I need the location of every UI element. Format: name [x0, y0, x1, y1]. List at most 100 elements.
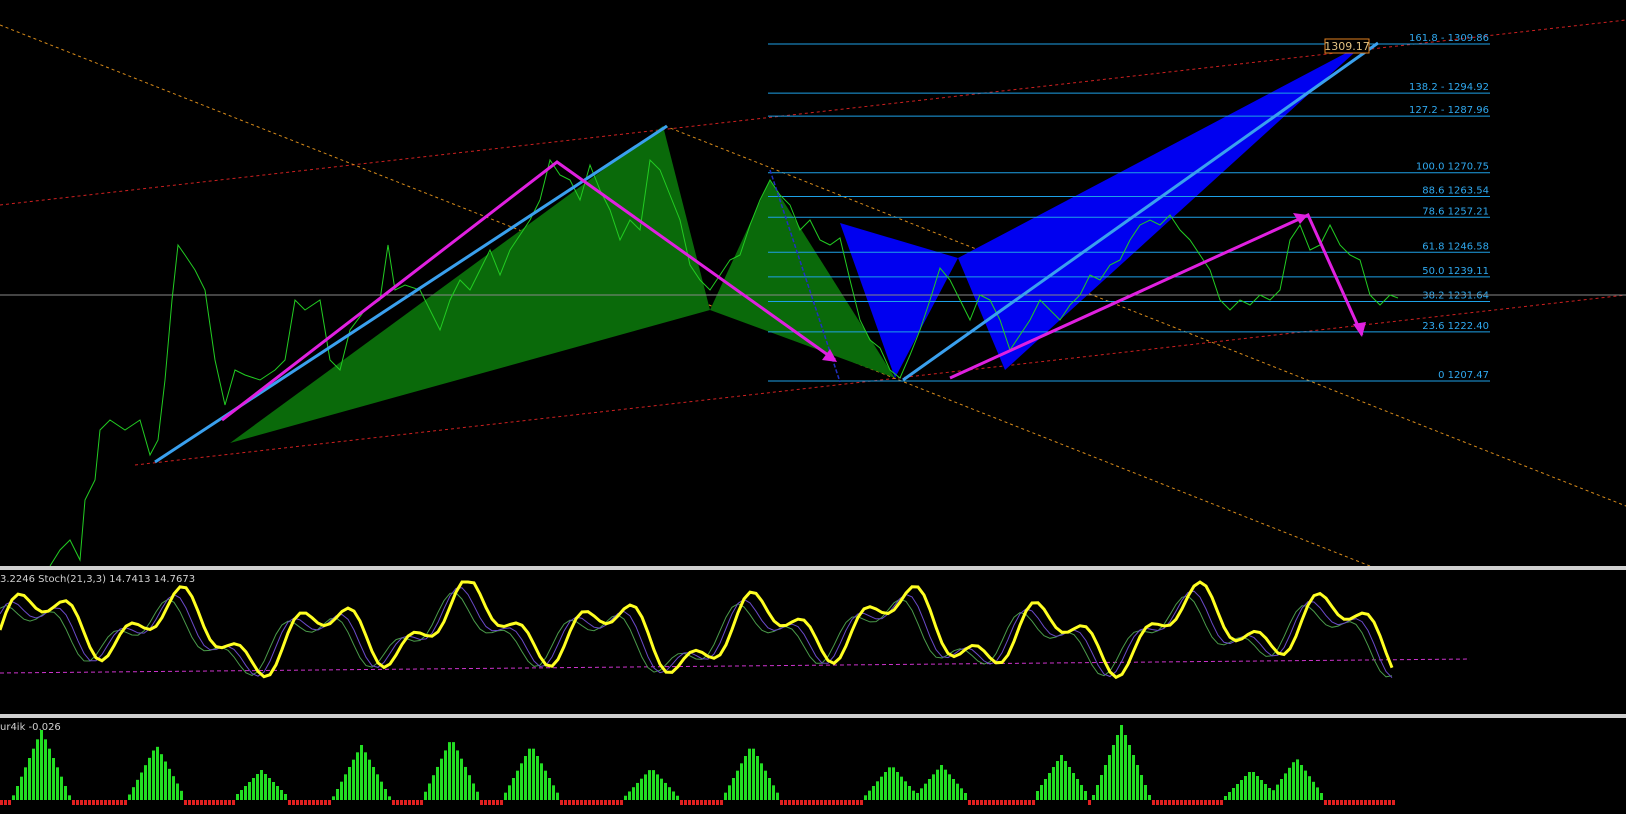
hist-bar — [500, 800, 503, 805]
hist-bar — [592, 800, 595, 805]
hist-bar — [1380, 800, 1383, 805]
hist-bar — [728, 785, 731, 800]
chart-area[interactable]: 161.8 - 1309.86 138.2 - 1294.92 127.2 - 12… — [0, 0, 1626, 810]
fib-level-label-0: 161.8 - 1309.86 — [1409, 33, 1489, 44]
hist-bar — [1056, 761, 1059, 800]
hist-bar — [440, 758, 443, 800]
hist-bar — [696, 800, 699, 805]
hist-bar — [180, 790, 183, 800]
hist-bar — [92, 800, 95, 805]
hist-bar — [732, 778, 735, 800]
hist-bar — [1092, 795, 1095, 800]
hist-bar — [236, 794, 239, 800]
hist-bar — [1188, 800, 1191, 805]
hist-bar — [936, 769, 939, 800]
hist-bar — [928, 779, 931, 800]
hist-bar — [1336, 800, 1339, 805]
hist-bar — [756, 756, 759, 800]
hist-bar — [64, 786, 67, 800]
hist-bar — [448, 742, 451, 800]
hist-bar — [108, 800, 111, 805]
hist-bar — [616, 800, 619, 805]
hist-bar — [352, 759, 355, 800]
hist-bar — [1108, 755, 1111, 800]
hist-bar — [396, 800, 399, 805]
hist-bar — [1216, 800, 1219, 805]
hist-bar — [804, 800, 807, 805]
hist-bar — [456, 750, 459, 800]
hist-bar — [584, 800, 587, 805]
hist-bar — [960, 788, 963, 800]
hist-bar — [1044, 779, 1047, 800]
hist-bar — [1016, 800, 1019, 805]
hist-bar — [496, 800, 499, 805]
hist-bar — [1220, 800, 1223, 805]
hist-bar — [212, 800, 215, 805]
chart-canvas[interactable]: 161.8 - 1309.86 138.2 - 1294.92 127.2 - 12… — [0, 0, 1626, 810]
hist-bar — [480, 800, 483, 805]
hist-bar — [468, 775, 471, 800]
hist-bar — [1340, 800, 1343, 805]
hist-bar — [392, 800, 395, 805]
hist-bar — [596, 800, 599, 805]
hist-bar — [372, 767, 375, 800]
hist-bar — [460, 758, 463, 800]
hist-bar — [908, 786, 911, 800]
hist-bar — [300, 800, 303, 805]
hist-bar — [572, 800, 575, 805]
hist-bar — [860, 800, 863, 805]
hist-bar — [252, 778, 255, 800]
hist-bar — [848, 800, 851, 805]
hist-bar — [688, 800, 691, 805]
hist-bar — [228, 800, 231, 805]
hist-bar — [1192, 800, 1195, 805]
hist-bar — [568, 800, 571, 805]
hist-bar — [1048, 773, 1051, 800]
hist-bar — [424, 791, 427, 800]
hist-bar — [620, 800, 623, 805]
hist-bar — [624, 795, 627, 800]
hist-bar — [612, 800, 615, 805]
hist-bar — [772, 785, 775, 800]
fib-level-label-10: 0 1207.47 — [1438, 370, 1489, 381]
hist-bar — [660, 778, 663, 800]
hist-bar — [1096, 785, 1099, 800]
hist-bar — [544, 770, 547, 800]
hist-bar — [208, 800, 211, 805]
hist-bar — [128, 794, 131, 800]
hist-bar — [1184, 800, 1187, 805]
hist-bar — [900, 776, 903, 800]
hist-bar — [1260, 780, 1263, 800]
hist-bar — [856, 800, 859, 805]
hist-bar — [580, 800, 583, 805]
hist-bar — [184, 800, 187, 805]
stoch-header: 3.2246 Stoch(21,3,3) 14.7413 14.7673 — [0, 574, 195, 585]
hist-bar — [292, 800, 295, 805]
hist-bar — [52, 758, 55, 800]
hist-bar — [1328, 800, 1331, 805]
hist-bar — [648, 770, 651, 800]
hist-bar — [588, 800, 591, 805]
hist-bar — [160, 754, 163, 800]
hist-bar — [992, 800, 995, 805]
hist-bar — [1148, 795, 1151, 800]
hist-bar — [172, 776, 175, 800]
hist-bar — [276, 786, 279, 800]
hist-bar — [1060, 755, 1063, 800]
hist-bar — [192, 800, 195, 805]
hist-bar — [1288, 767, 1291, 800]
hist-bar — [752, 748, 755, 800]
hist-bar — [608, 800, 611, 805]
hist-bar — [112, 800, 115, 805]
hist-bar — [864, 795, 867, 800]
hist-bar — [1068, 767, 1071, 800]
hist-bar — [140, 772, 143, 800]
hist-bar — [264, 774, 267, 800]
hist-bar — [1132, 755, 1135, 800]
hist-bar — [1196, 800, 1199, 805]
hist-bar — [1240, 780, 1243, 800]
hist-bar — [488, 800, 491, 805]
hist-bar — [628, 791, 631, 800]
hist-bar — [872, 786, 875, 800]
hist-bar — [968, 800, 971, 805]
